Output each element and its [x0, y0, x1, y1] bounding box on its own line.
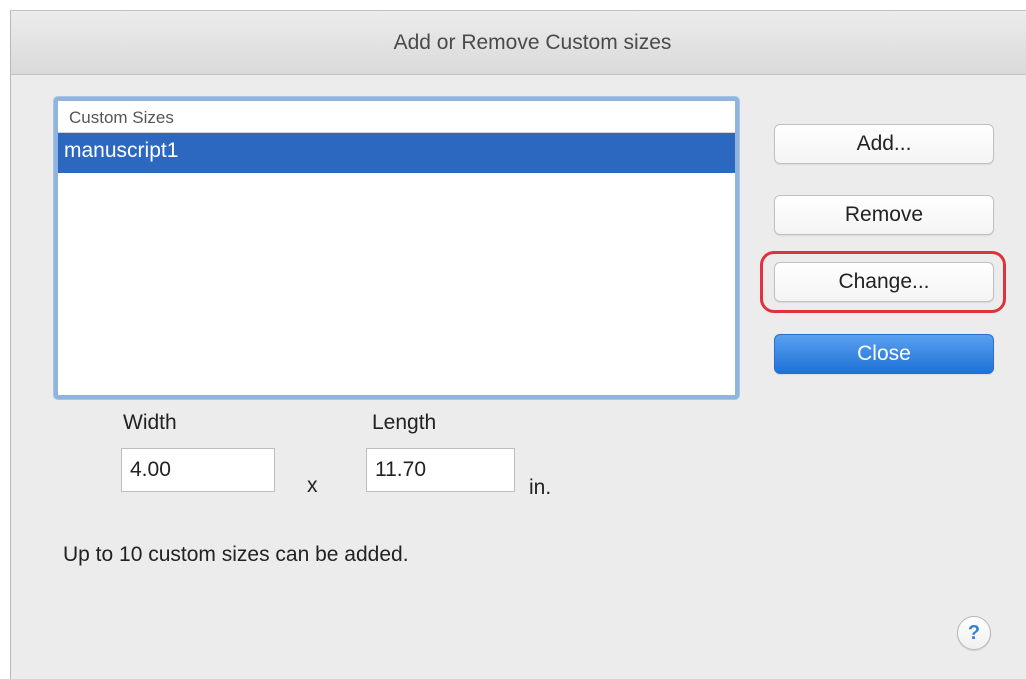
length-field[interactable]: 11.70	[366, 448, 515, 492]
width-label: Width	[123, 411, 177, 434]
remove-button[interactable]: Remove	[774, 195, 994, 235]
change-button-highlight	[760, 251, 1006, 313]
help-icon[interactable]: ?	[957, 616, 991, 650]
close-button[interactable]: Close	[774, 334, 994, 374]
list-item[interactable]: manuscript1	[58, 133, 735, 173]
add-button[interactable]: Add...	[774, 124, 994, 164]
length-label: Length	[372, 411, 437, 434]
width-field[interactable]: 4.00	[121, 448, 275, 492]
dialog-window: Add or Remove Custom sizes Custom Sizes …	[10, 10, 1026, 679]
title-bar: Add or Remove Custom sizes	[11, 11, 1026, 75]
dialog-title: Add or Remove Custom sizes	[393, 31, 672, 54]
custom-sizes-list[interactable]: Custom Sizes manuscript1	[54, 97, 739, 399]
list-header: Custom Sizes	[58, 101, 735, 133]
limit-note: Up to 10 custom sizes can be added.	[63, 543, 409, 566]
dimension-separator: x	[307, 474, 318, 497]
unit-label: in.	[529, 476, 552, 499]
